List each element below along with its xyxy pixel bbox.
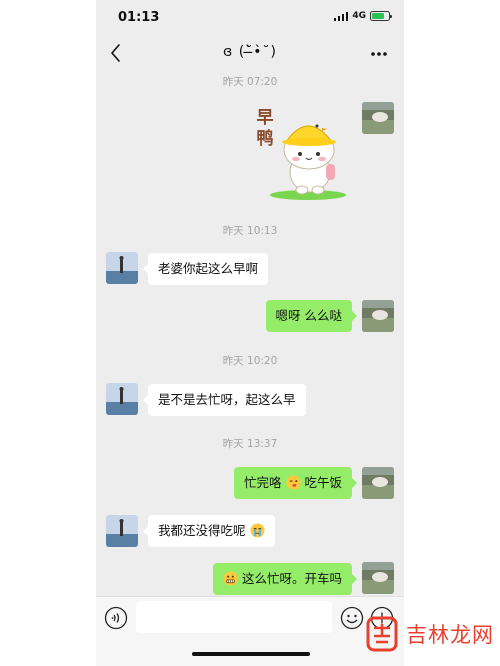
- emoji-picker-icon[interactable]: [340, 606, 364, 630]
- watermark-text: 吉林龙网: [404, 619, 496, 649]
- battery-level: [372, 13, 384, 19]
- message-timestamp: 昨天 10:20: [222, 355, 278, 367]
- battery-icon: [370, 11, 392, 21]
- watermark-logo-icon: [366, 616, 398, 652]
- message-text: 吃午饭: [304, 475, 342, 490]
- message-list[interactable]: 昨天 07:20 早鸭 昨天 10:13 老婆你起这么早啊 嗯呀 么么哒 昨天 …: [96, 72, 404, 596]
- contact-avatar[interactable]: [106, 515, 138, 547]
- message-text-input[interactable]: [136, 601, 332, 633]
- sticker-caption: 早鸭: [256, 108, 274, 149]
- chat-title: ɞ (˘̶̀•̀˘): [223, 44, 277, 60]
- status-time: 01:13: [118, 10, 160, 25]
- incoming-message-bubble[interactable]: 我都还没得吃呢: [143, 515, 275, 547]
- my-avatar[interactable]: [362, 467, 394, 499]
- site-watermark: 吉林龙网: [362, 614, 496, 654]
- phone-screen: 01:13 4G ɞ (˘̶̀•̀˘) 昨天 07:20 早鸭 昨天 10:13…: [96, 0, 404, 666]
- outgoing-message-bubble[interactable]: 这么忙呀。开车吗: [213, 563, 357, 595]
- signal-icon: [333, 11, 349, 21]
- message-timestamp: 昨天 10:13: [222, 225, 278, 237]
- back-arrow-icon[interactable]: [106, 42, 128, 64]
- incoming-message-bubble[interactable]: 老婆你起这么早啊: [142, 253, 269, 285]
- voice-input-icon[interactable]: [104, 606, 128, 630]
- wink-face-icon: [285, 475, 301, 490]
- outgoing-message-bubble[interactable]: 嗯呀 么么哒: [265, 300, 358, 332]
- chat-header: ɞ (˘̶̀•̀˘): [96, 36, 404, 72]
- outgoing-message-bubble[interactable]: 忙完咯 吃午饭: [234, 467, 357, 499]
- message-timestamp: 昨天 07:20: [222, 76, 278, 88]
- incoming-message-bubble[interactable]: 是不是去忙呀，起这么早: [143, 384, 306, 416]
- message-text: 我都还没得吃呢: [158, 523, 246, 538]
- sticker-message[interactable]: 早鸭: [242, 102, 352, 206]
- message-input-bar: [96, 596, 404, 666]
- contact-avatar[interactable]: [106, 252, 138, 284]
- contact-avatar[interactable]: [106, 383, 138, 415]
- message-timestamp: 昨天 13:37: [222, 438, 278, 450]
- crying-face-icon: [249, 523, 265, 538]
- status-bar: 01:13 4G: [96, 0, 404, 34]
- my-avatar[interactable]: [362, 102, 394, 134]
- message-text: 忙完咯: [244, 475, 282, 490]
- network-label: 4G: [352, 11, 366, 21]
- message-text: 这么忙呀。开车吗: [241, 571, 342, 586]
- home-indicator: [192, 652, 310, 656]
- more-options-icon[interactable]: [368, 44, 390, 64]
- status-icons: 4G: [333, 11, 392, 21]
- my-avatar[interactable]: [362, 562, 394, 594]
- my-avatar[interactable]: [362, 300, 394, 332]
- grimace-face-icon: [223, 571, 238, 586]
